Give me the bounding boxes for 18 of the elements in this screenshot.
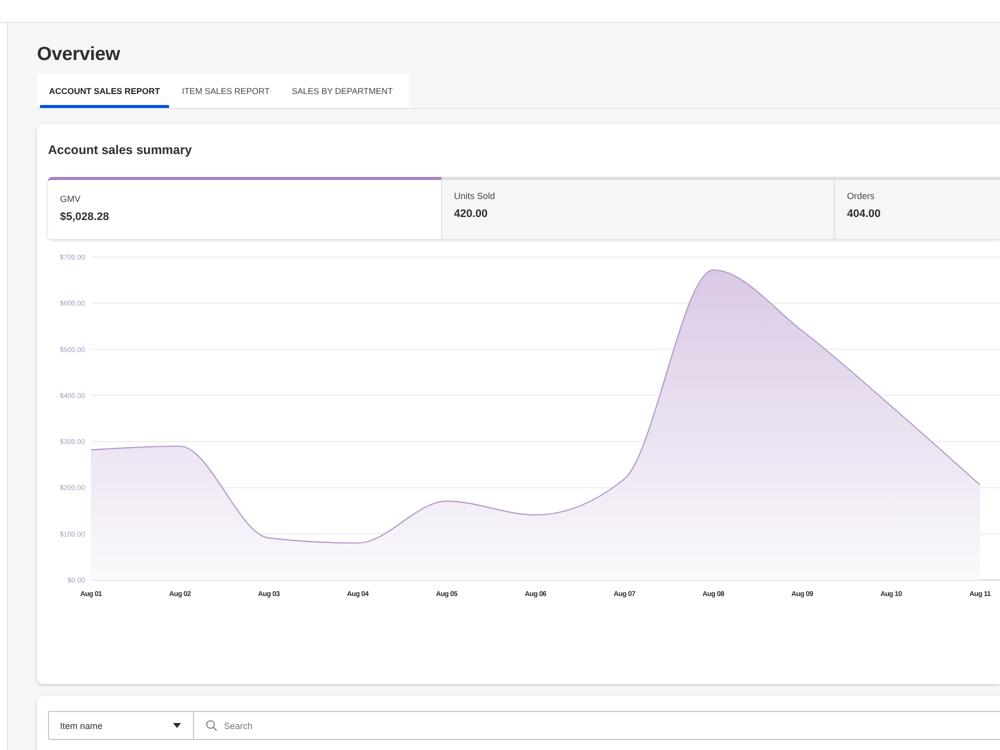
page-title: Overview xyxy=(37,43,120,67)
card-title: Account sales summary xyxy=(48,142,192,159)
metric-value: 404.00 xyxy=(847,207,881,221)
metric-tile[interactable]: Orders 404.00 xyxy=(835,177,1000,239)
report-tab[interactable]: ITEM SALES REPORT xyxy=(172,74,279,108)
metric-tile[interactable]: GMV $5,028.28 xyxy=(48,177,442,239)
metric-label: Orders xyxy=(847,190,875,202)
metric-value: $5,028.28 xyxy=(60,210,109,224)
report-tab[interactable]: SALES BY DEPARTMENT xyxy=(282,74,402,108)
metric-label: Units Sold xyxy=(454,190,496,202)
report-tab[interactable]: ACCOUNT SALES REPORT xyxy=(40,74,169,108)
search-icon xyxy=(206,720,217,731)
field-select[interactable]: Item name xyxy=(48,711,193,740)
metric-label: GMV xyxy=(60,193,81,205)
metric-tile[interactable]: Units Sold 420.00 xyxy=(442,177,835,239)
search-field[interactable]: Search xyxy=(193,711,1000,740)
caret-down-icon xyxy=(173,723,181,728)
metric-value: 420.00 xyxy=(454,207,488,221)
